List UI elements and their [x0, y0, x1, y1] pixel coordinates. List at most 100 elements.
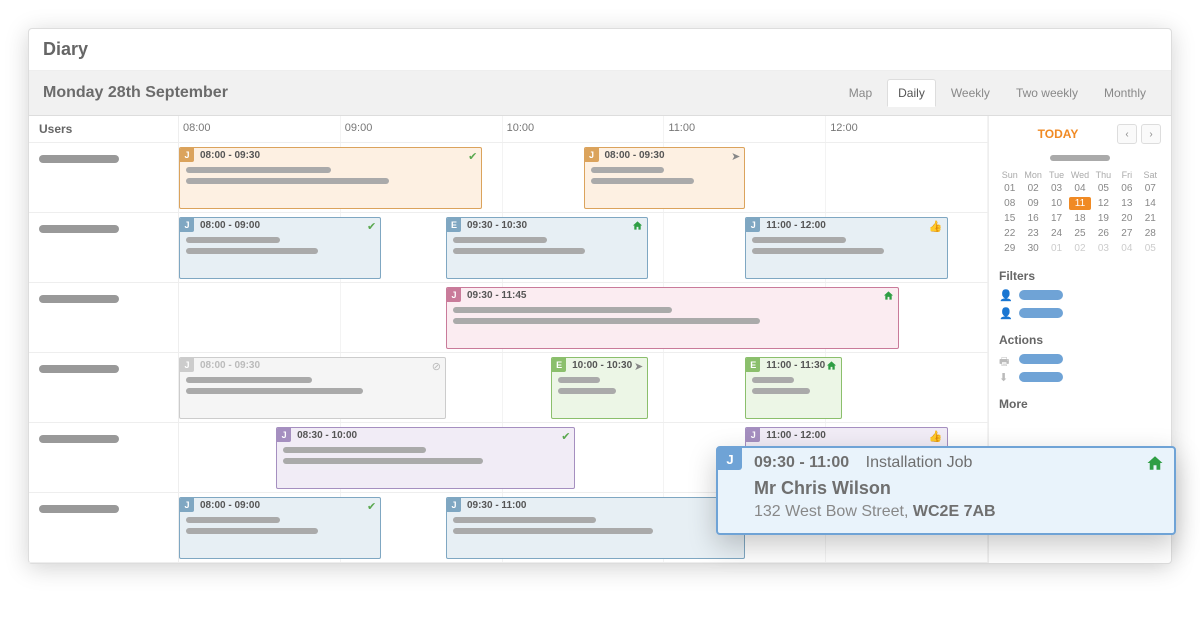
mini-cal-day[interactable]: 30 — [1022, 242, 1043, 255]
filter-item[interactable]: 👤 — [999, 307, 1161, 319]
event-time: 08:00 - 09:30 — [200, 360, 439, 371]
filter-item[interactable]: 👤 — [999, 289, 1161, 301]
hour-header: 11:00 — [664, 116, 826, 142]
mini-cal-day[interactable]: 06 — [1116, 182, 1137, 195]
event-card[interactable]: J08:30 - 10:00✔ — [276, 427, 575, 489]
mini-cal-dow: Thu — [1093, 170, 1114, 180]
event-status-icon — [632, 220, 643, 234]
mini-cal-day[interactable]: 04 — [1116, 242, 1137, 255]
row-area[interactable]: J 08:00 - 09:00✔ E09:30 - 10:30 J11:00 - 12… — [179, 213, 988, 282]
event-time: 08:00 - 09:00 — [200, 220, 374, 231]
hour-header: 08:00 — [179, 116, 341, 142]
mini-cal-day[interactable]: 10 — [1046, 197, 1067, 210]
event-status-icon: ⊘ — [432, 360, 441, 373]
mini-cal-dow: Wed — [1069, 170, 1090, 180]
event-card[interactable]: E11:00 - 11:30 — [745, 357, 842, 419]
mini-cal-dow: Sat — [1140, 170, 1161, 180]
event-card[interactable]: E10:00 - 10:30➤ — [551, 357, 648, 419]
mini-cal-day[interactable]: 24 — [1046, 227, 1067, 240]
event-card[interactable]: J11:00 - 12:00👍 — [745, 217, 947, 279]
event-time: 11:00 - 11:30 — [766, 360, 835, 371]
tab-two-weekly[interactable]: Two weekly — [1005, 79, 1089, 107]
mini-cal-day[interactable]: 22 — [999, 227, 1020, 240]
mini-cal-day[interactable]: 03 — [1093, 242, 1114, 255]
event-tag: E — [447, 218, 461, 232]
mini-cal-day[interactable]: 09 — [1022, 197, 1043, 210]
mini-cal-day[interactable]: 26 — [1093, 227, 1114, 240]
mini-cal-day[interactable]: 01 — [999, 182, 1020, 195]
mini-cal-day[interactable]: 03 — [1046, 182, 1067, 195]
mini-cal-day[interactable]: 07 — [1140, 182, 1161, 195]
event-card[interactable]: J08:00 - 09:30➤ — [584, 147, 746, 209]
event-status-icon: ✔ — [367, 220, 376, 233]
mini-cal-day[interactable]: 02 — [1069, 242, 1090, 255]
mini-cal-day[interactable]: 05 — [1140, 242, 1161, 255]
event-detail-popup: J 09:30 - 11:00 Installation Job Mr Chri… — [716, 446, 1176, 535]
row-area[interactable]: J08:00 - 09:30✔ J08:00 - 09:30➤ — [179, 143, 988, 212]
timeline-header: Users 08:0009:0010:0011:0012:00 — [29, 116, 988, 143]
event-card[interactable]: E09:30 - 10:30 — [446, 217, 648, 279]
mini-cal-day[interactable]: 19 — [1093, 212, 1114, 225]
tab-daily[interactable]: Daily — [887, 79, 936, 107]
event-card[interactable]: J08:00 - 09:30⊘ — [179, 357, 446, 419]
event-time: 08:00 - 09:30 — [605, 150, 739, 161]
user-label — [29, 423, 179, 492]
row-area[interactable]: J08:00 - 09:30⊘E10:00 - 10:30➤E11:00 - 1… — [179, 353, 988, 422]
event-tag: J — [180, 218, 194, 232]
mini-cal-day[interactable]: 12 — [1093, 197, 1114, 210]
event-status-icon: 👍 — [929, 430, 943, 443]
action-item[interactable]: ⬇ — [999, 371, 1161, 383]
popup-time-row: 09:30 - 11:00 Installation Job — [754, 448, 1158, 472]
next-button[interactable]: › — [1141, 124, 1161, 144]
mini-cal-day[interactable]: 20 — [1116, 212, 1137, 225]
event-tag: E — [552, 358, 566, 372]
mini-cal-day[interactable]: 29 — [999, 242, 1020, 255]
tab-weekly[interactable]: Weekly — [940, 79, 1001, 107]
more-heading: More — [999, 397, 1161, 411]
mini-cal-day[interactable]: 08 — [999, 197, 1020, 210]
event-time: 08:00 - 09:00 — [200, 500, 374, 511]
mini-cal-day[interactable]: 16 — [1022, 212, 1043, 225]
event-tag: J — [746, 218, 760, 232]
popup-customer: Mr Chris Wilson — [754, 478, 1158, 499]
mini-cal-day[interactable]: 25 — [1069, 227, 1090, 240]
mini-cal-day[interactable]: 17 — [1046, 212, 1067, 225]
filters-section: Filters 👤 👤 — [999, 269, 1161, 319]
row-area[interactable]: J09:30 - 11:45 — [179, 283, 988, 352]
event-card[interactable]: J09:30 - 11:45 — [446, 287, 899, 349]
event-card[interactable]: J08:00 - 09:00✔ — [179, 497, 381, 559]
mini-cal-day[interactable]: 14 — [1140, 197, 1161, 210]
mini-cal-day[interactable]: 11 — [1069, 197, 1090, 210]
home-icon — [1146, 454, 1164, 477]
mini-cal-day[interactable]: 28 — [1140, 227, 1161, 240]
event-time: 09:30 - 11:00 — [467, 500, 738, 511]
popup-job-title: Installation Job — [866, 454, 973, 471]
mini-cal-day[interactable]: 01 — [1046, 242, 1067, 255]
mini-cal-day[interactable]: 23 — [1022, 227, 1043, 240]
mini-cal-day[interactable]: 15 — [999, 212, 1020, 225]
tab-map[interactable]: Map — [838, 79, 883, 107]
user-row: J08:00 - 09:30⊘E10:00 - 10:30➤E11:00 - 1… — [29, 353, 988, 423]
mini-cal-day[interactable]: 04 — [1069, 182, 1090, 195]
mini-cal-day[interactable]: 05 — [1093, 182, 1114, 195]
prev-button[interactable]: ‹ — [1117, 124, 1137, 144]
hour-header: 10:00 — [503, 116, 665, 142]
event-card[interactable]: J08:00 - 09:30✔ — [179, 147, 482, 209]
view-tabs: MapDailyWeeklyTwo weeklyMonthly — [838, 79, 1157, 107]
event-card[interactable]: J 09:30 - 11:00 — [446, 497, 745, 559]
mini-cal-day[interactable]: 21 — [1140, 212, 1161, 225]
event-tag: J — [746, 428, 760, 442]
event-status-icon: ➤ — [731, 150, 740, 163]
event-card[interactable]: J 08:00 - 09:00✔ — [179, 217, 381, 279]
today-button[interactable]: TODAY — [999, 127, 1117, 141]
mini-cal-day[interactable]: 27 — [1116, 227, 1137, 240]
mini-cal-day[interactable]: 18 — [1069, 212, 1090, 225]
event-tag: J — [447, 498, 461, 512]
mini-cal-grid: SunMonTueWedThuFriSat0102030405060708091… — [999, 170, 1161, 255]
mini-cal-day[interactable]: 02 — [1022, 182, 1043, 195]
tab-monthly[interactable]: Monthly — [1093, 79, 1157, 107]
action-item[interactable]: 🖶 — [999, 353, 1161, 365]
mini-cal-day[interactable]: 13 — [1116, 197, 1137, 210]
today-nav: TODAY ‹ › — [999, 124, 1161, 144]
hours-header: 08:0009:0010:0011:0012:00 — [179, 116, 988, 142]
